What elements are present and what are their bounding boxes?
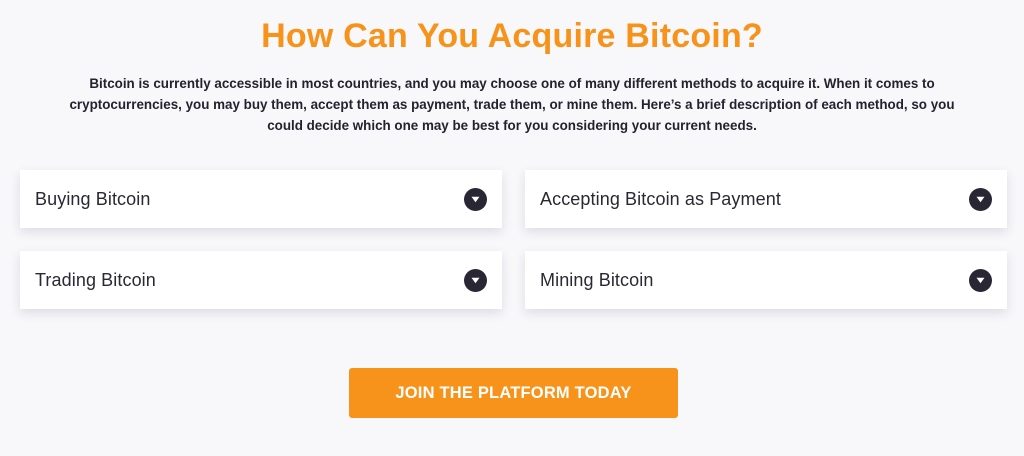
chevron-down-icon[interactable]	[464, 187, 487, 211]
accordion-accepting-bitcoin[interactable]: Accepting Bitcoin as Payment	[525, 170, 1007, 228]
accordion-label: Accepting Bitcoin as Payment	[540, 188, 781, 209]
acquire-bitcoin-section: How Can You Acquire Bitcoin? Bitcoin is …	[0, 0, 1024, 456]
section-intro: Bitcoin is currently accessible in most …	[69, 76, 955, 133]
chevron-down-icon[interactable]	[969, 268, 992, 292]
chevron-down-icon[interactable]	[464, 268, 487, 292]
join-platform-button[interactable]: JOIN THE PLATFORM TODAY	[349, 368, 678, 418]
section-title: How Can You Acquire Bitcoin?	[261, 17, 763, 55]
chevron-down-icon[interactable]	[969, 187, 992, 211]
accordion-label: Mining Bitcoin	[540, 269, 654, 290]
accordion-label: Buying Bitcoin	[35, 188, 151, 209]
accordion-label: Trading Bitcoin	[35, 269, 156, 290]
accordion-trading-bitcoin[interactable]: Trading Bitcoin	[20, 251, 502, 309]
accordion-mining-bitcoin[interactable]: Mining Bitcoin	[525, 251, 1007, 309]
accordion-buying-bitcoin[interactable]: Buying Bitcoin	[20, 170, 502, 228]
